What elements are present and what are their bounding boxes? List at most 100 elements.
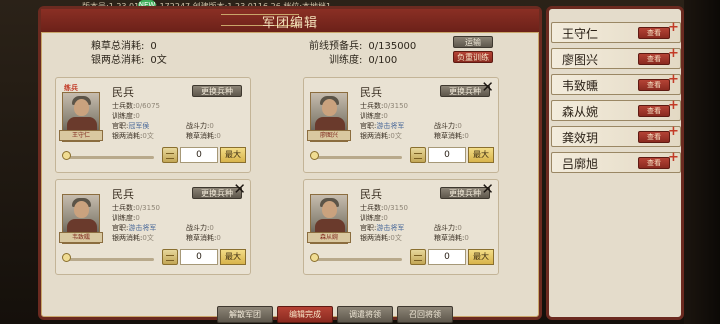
view-general-button[interactable]: 查看 (638, 157, 670, 169)
max-button[interactable]: 最大 (220, 147, 246, 163)
view-general-button[interactable]: 查看 (638, 53, 670, 65)
qty-slider-track[interactable] (314, 156, 402, 159)
silver-value: 0文 (390, 132, 402, 140)
qty-slider-track[interactable] (66, 258, 154, 261)
max-button[interactable]: 最大 (220, 249, 246, 265)
silver-value: 0文 (142, 132, 154, 140)
remove-card-icon[interactable]: ✕ (481, 80, 494, 95)
rank-line: 官职:游击将军 (360, 223, 404, 233)
qty-slider-knob[interactable] (310, 253, 319, 262)
remove-card-icon[interactable]: ✕ (481, 182, 494, 197)
dialog-title: 军团编辑 (261, 16, 318, 31)
qty-slider-track[interactable] (314, 258, 402, 261)
change-unit-button[interactable]: 更换兵种 (192, 85, 242, 97)
qty-slider-track[interactable] (66, 156, 154, 159)
portrait-name: 森从婉 (307, 232, 351, 243)
general-row[interactable]: 韦致曛 查看 + (551, 73, 681, 95)
rank-line: 官职:游击将军 (112, 223, 156, 233)
disband-army-button[interactable]: 解散军团 (217, 306, 273, 323)
army-edit-dialog: 军团编辑 粮草总消耗: 0 银两总消耗: 0文 前线预备兵: 0/135000 训练度… (38, 6, 542, 323)
training-value: 0 (383, 214, 388, 222)
qty-input[interactable]: 0 (180, 249, 218, 265)
grain-label: 粮草消耗: (186, 132, 217, 140)
general-name: 吕廓旭 (562, 157, 599, 171)
training-line: 训练度:0 (360, 213, 388, 223)
soldiers-line: 士兵数:0/3150 (112, 203, 160, 213)
training-line: 训练度:0 (360, 111, 388, 121)
silver-line: 银两消耗:0文 (112, 131, 154, 141)
unit-type-label: 民兵 (360, 86, 382, 99)
plus-icon[interactable]: + (668, 47, 680, 61)
general-row[interactable]: 龚效玥 查看 + (551, 125, 681, 147)
power-label: 战斗力: (434, 122, 458, 130)
max-button[interactable]: 最大 (468, 147, 494, 163)
general-row[interactable]: 王守仁 查看 + (551, 21, 681, 43)
portrait-name: 廖图兴 (307, 130, 351, 141)
grain-value: 0 (464, 132, 469, 140)
rank-value: 游击将军 (376, 224, 405, 232)
qty-slider-knob[interactable] (62, 253, 71, 262)
plus-icon[interactable]: + (668, 151, 680, 165)
view-general-button[interactable]: 查看 (638, 131, 670, 143)
silver-total-label: 银两总消耗: (91, 55, 145, 66)
qty-input[interactable]: 0 (180, 147, 218, 163)
grain-label: 粮草消耗: (434, 132, 465, 140)
max-button[interactable]: 最大 (468, 249, 494, 265)
soldiers-value: 0/3150 (383, 102, 408, 110)
training-line: 训练度:0 (112, 111, 140, 121)
grain-line: 粮草消耗:0 (434, 131, 469, 141)
silver-label: 银两消耗: (360, 234, 391, 242)
silver-total-value: 0文 (150, 55, 167, 66)
view-general-button[interactable]: 查看 (638, 27, 670, 39)
face-icon (74, 99, 89, 116)
unit-card: 韦致曛 民兵 更换兵种 ✕ 士兵数:0/3150 训练度:0 官职:游击将军 战… (55, 179, 251, 275)
plus-icon[interactable]: + (668, 73, 680, 87)
general-name: 森从婉 (562, 105, 599, 119)
reserve-stat: 前线预备兵: 0/135000 (309, 37, 416, 52)
soldiers-line: 士兵数:0/3150 (360, 203, 408, 213)
qty-input[interactable]: 0 (428, 249, 466, 265)
grain-line: 粮草消耗:0 (434, 233, 469, 243)
rank-value: 游击将军 (128, 224, 157, 232)
recall-general-button[interactable]: 召回将领 (397, 306, 453, 323)
remove-card-icon[interactable]: ✕ (233, 182, 246, 197)
dialog-title-bar: 军团编辑 (41, 9, 539, 33)
rank-line: 官职:游击将军 (360, 121, 404, 131)
soldiers-label: 士兵数: (360, 102, 384, 110)
unit-type-label: 民兵 (112, 188, 134, 201)
unit-card: 廖图兴 民兵 更换兵种 ✕ 士兵数:0/3150 训练度:0 官职:游击将军 战… (303, 77, 499, 173)
soldiers-value: 0/6075 (135, 102, 160, 110)
coin-icon (410, 147, 426, 163)
qty-input[interactable]: 0 (428, 147, 466, 163)
plus-icon[interactable]: + (668, 21, 680, 35)
general-row[interactable]: 森从婉 查看 + (551, 99, 681, 121)
silver-value: 0文 (142, 234, 154, 242)
silver-line: 银两消耗:0文 (112, 233, 154, 243)
coin-icon (162, 147, 178, 163)
heavy-train-button[interactable]: 负重训练 (453, 51, 493, 63)
general-row[interactable]: 廖图兴 查看 + (551, 47, 681, 69)
transport-button[interactable]: 运输 (453, 36, 493, 48)
soldiers-label: 士兵数: (112, 204, 136, 212)
training-line: 训练度:0 (112, 213, 140, 223)
view-general-button[interactable]: 查看 (638, 79, 670, 91)
rank-label: 官职: (360, 122, 377, 130)
qty-slider-knob[interactable] (62, 151, 71, 160)
soldiers-value: 0/3150 (383, 204, 408, 212)
finish-edit-button[interactable]: 编辑完成 (277, 306, 333, 323)
plus-icon[interactable]: + (668, 125, 680, 139)
view-general-button[interactable]: 查看 (638, 105, 670, 117)
power-value: 0 (457, 224, 462, 232)
grain-value: 0 (216, 234, 221, 242)
dispatch-general-button[interactable]: 调遣将领 (337, 306, 393, 323)
training-label: 训练度: (112, 214, 136, 222)
training-value: 0 (135, 112, 140, 120)
qty-slider-knob[interactable] (310, 151, 319, 160)
general-name: 韦致曛 (562, 79, 599, 93)
general-row[interactable]: 吕廓旭 查看 + (551, 151, 681, 173)
power-label: 战斗力: (434, 224, 458, 232)
grain-label: 粮草消耗: (186, 234, 217, 242)
training-value: 0 (383, 112, 388, 120)
training-value: 0 (135, 214, 140, 222)
plus-icon[interactable]: + (668, 99, 680, 113)
